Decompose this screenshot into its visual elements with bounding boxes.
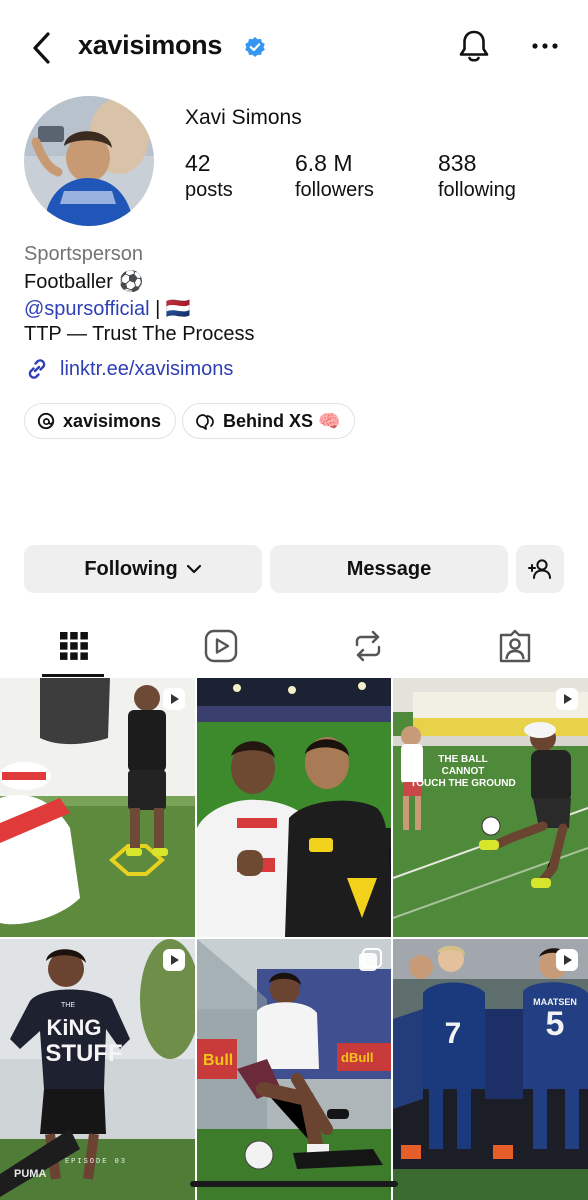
followers-count-label: followers <box>295 179 374 201</box>
grid-post-4[interactable]: KiNG STUFF THE EPISODE 03 PUMA <box>0 939 195 1200</box>
followers-count-value: 6.8 M <box>295 150 353 176</box>
threads-profile-chip[interactable]: xavisimons <box>24 403 177 439</box>
post-3-overlay-line-1: THE BALL <box>438 754 487 765</box>
broadcast-channel-chip[interactable]: Behind XS 🧠 <box>182 403 356 439</box>
tab-posts-grid[interactable] <box>0 615 147 677</box>
profile-avatar[interactable] <box>24 96 154 226</box>
post-4-overlay-line-1: KiNG <box>47 1015 102 1040</box>
reels-icon <box>204 629 237 663</box>
following-count[interactable]: 838 following <box>438 150 516 202</box>
post-6-jersey-name: MAATSEN <box>533 997 577 1007</box>
post-5-thumbnail: Bull dBull <box>197 939 391 1200</box>
post-4-overlay-the: THE <box>61 1002 75 1009</box>
tab-reels[interactable] <box>147 615 294 677</box>
home-indicator[interactable] <box>190 1181 398 1187</box>
post-3-overlay-line-2: CANNOT <box>442 766 485 777</box>
following-count-value: 838 <box>438 150 477 176</box>
post-4-brand-label: PUMA <box>14 1168 46 1180</box>
posts-grid: THE BALL CANNOT TOUCH THE GROUND KiNG ST… <box>0 678 588 1200</box>
threads-chip-label: xavisimons <box>63 410 162 431</box>
carousel-indicator-icon <box>359 948 382 971</box>
profile-username: xavisimons <box>78 30 223 60</box>
tab-reposts[interactable] <box>294 615 441 677</box>
profile-link-text: linktr.ee/xavisimons <box>60 357 234 380</box>
following-button-label: Following <box>84 557 178 580</box>
post-3-thumbnail: THE BALL CANNOT TOUCH THE GROUND <box>393 678 588 937</box>
reel-indicator-icon <box>163 949 185 971</box>
following-button[interactable]: Following <box>24 545 262 593</box>
reel-indicator-icon <box>163 688 185 710</box>
link-icon <box>28 359 46 379</box>
post-4-thumbnail: KiNG STUFF THE EPISODE 03 PUMA <box>0 939 195 1200</box>
bio-line-club: @spursofficial | 🇳🇱 <box>24 296 191 321</box>
message-button-label: Message <box>346 557 432 580</box>
post-6-thumbnail: 7 5 MAATSEN <box>393 939 588 1200</box>
grid-post-5[interactable]: Bull dBull <box>197 939 391 1200</box>
followers-count[interactable]: 6.8 M followers <box>295 150 374 202</box>
bio-line-motto: TTP — Trust The Process <box>24 323 255 345</box>
following-count-label: following <box>438 179 516 201</box>
notification-bell-icon[interactable] <box>454 26 494 66</box>
channel-chip-label: Behind XS 🧠 <box>223 410 341 431</box>
post-4-episode-label: EPISODE 03 <box>65 1158 127 1166</box>
profile-category: Sportsperson <box>24 243 143 265</box>
post-5-banner-text-2: dBull <box>341 1050 374 1065</box>
post-4-overlay-line-2: STUFF <box>45 1040 122 1067</box>
grid-post-6[interactable]: 7 5 MAATSEN <box>393 939 588 1200</box>
post-1-thumbnail <box>0 678 195 937</box>
post-5-banner-text-1: Bull <box>203 1052 233 1069</box>
post-6-jersey-number-2: 5 <box>546 1005 565 1043</box>
selected-tab-indicator <box>42 674 104 677</box>
message-button[interactable]: Message <box>270 545 508 593</box>
suggested-users-button[interactable] <box>516 545 564 593</box>
add-person-icon <box>528 559 551 579</box>
posts-count-value: 42 <box>185 150 211 176</box>
bio-mention-link[interactable]: @spursofficial <box>24 298 150 320</box>
grid-icon <box>59 632 88 660</box>
verified-badge-icon <box>245 37 265 57</box>
profile-content-tabs <box>0 615 588 677</box>
repost-icon <box>355 630 380 662</box>
grid-post-2[interactable] <box>197 678 391 937</box>
profile-header: xavisimons <box>0 0 588 96</box>
tagged-icon <box>499 629 530 663</box>
reel-indicator-icon <box>556 688 578 710</box>
posts-count-label: posts <box>185 179 233 201</box>
back-icon[interactable] <box>26 28 58 68</box>
chevron-down-icon <box>186 564 201 574</box>
grid-post-3[interactable]: THE BALL CANNOT TOUCH THE GROUND <box>393 678 588 937</box>
reel-indicator-icon <box>556 949 578 971</box>
posts-count[interactable]: 42 posts <box>185 150 233 202</box>
threads-icon <box>37 412 55 430</box>
bio-separator: | <box>149 298 166 320</box>
profile-external-link[interactable]: linktr.ee/xavisimons <box>24 356 233 382</box>
netherlands-flag: 🇳🇱 <box>165 298 191 320</box>
more-options-icon[interactable] <box>530 36 560 56</box>
channel-icon <box>196 414 214 430</box>
tab-tagged[interactable] <box>441 615 588 677</box>
post-6-jersey-number-1: 7 <box>445 1017 462 1050</box>
post-2-thumbnail <box>197 678 391 937</box>
post-3-overlay-line-3: TOUCH THE GROUND <box>410 778 515 789</box>
profile-full-name: Xavi Simons <box>185 106 302 129</box>
bio-line-footballer: Footballer ⚽ <box>24 271 144 293</box>
grid-post-1[interactable] <box>0 678 195 937</box>
